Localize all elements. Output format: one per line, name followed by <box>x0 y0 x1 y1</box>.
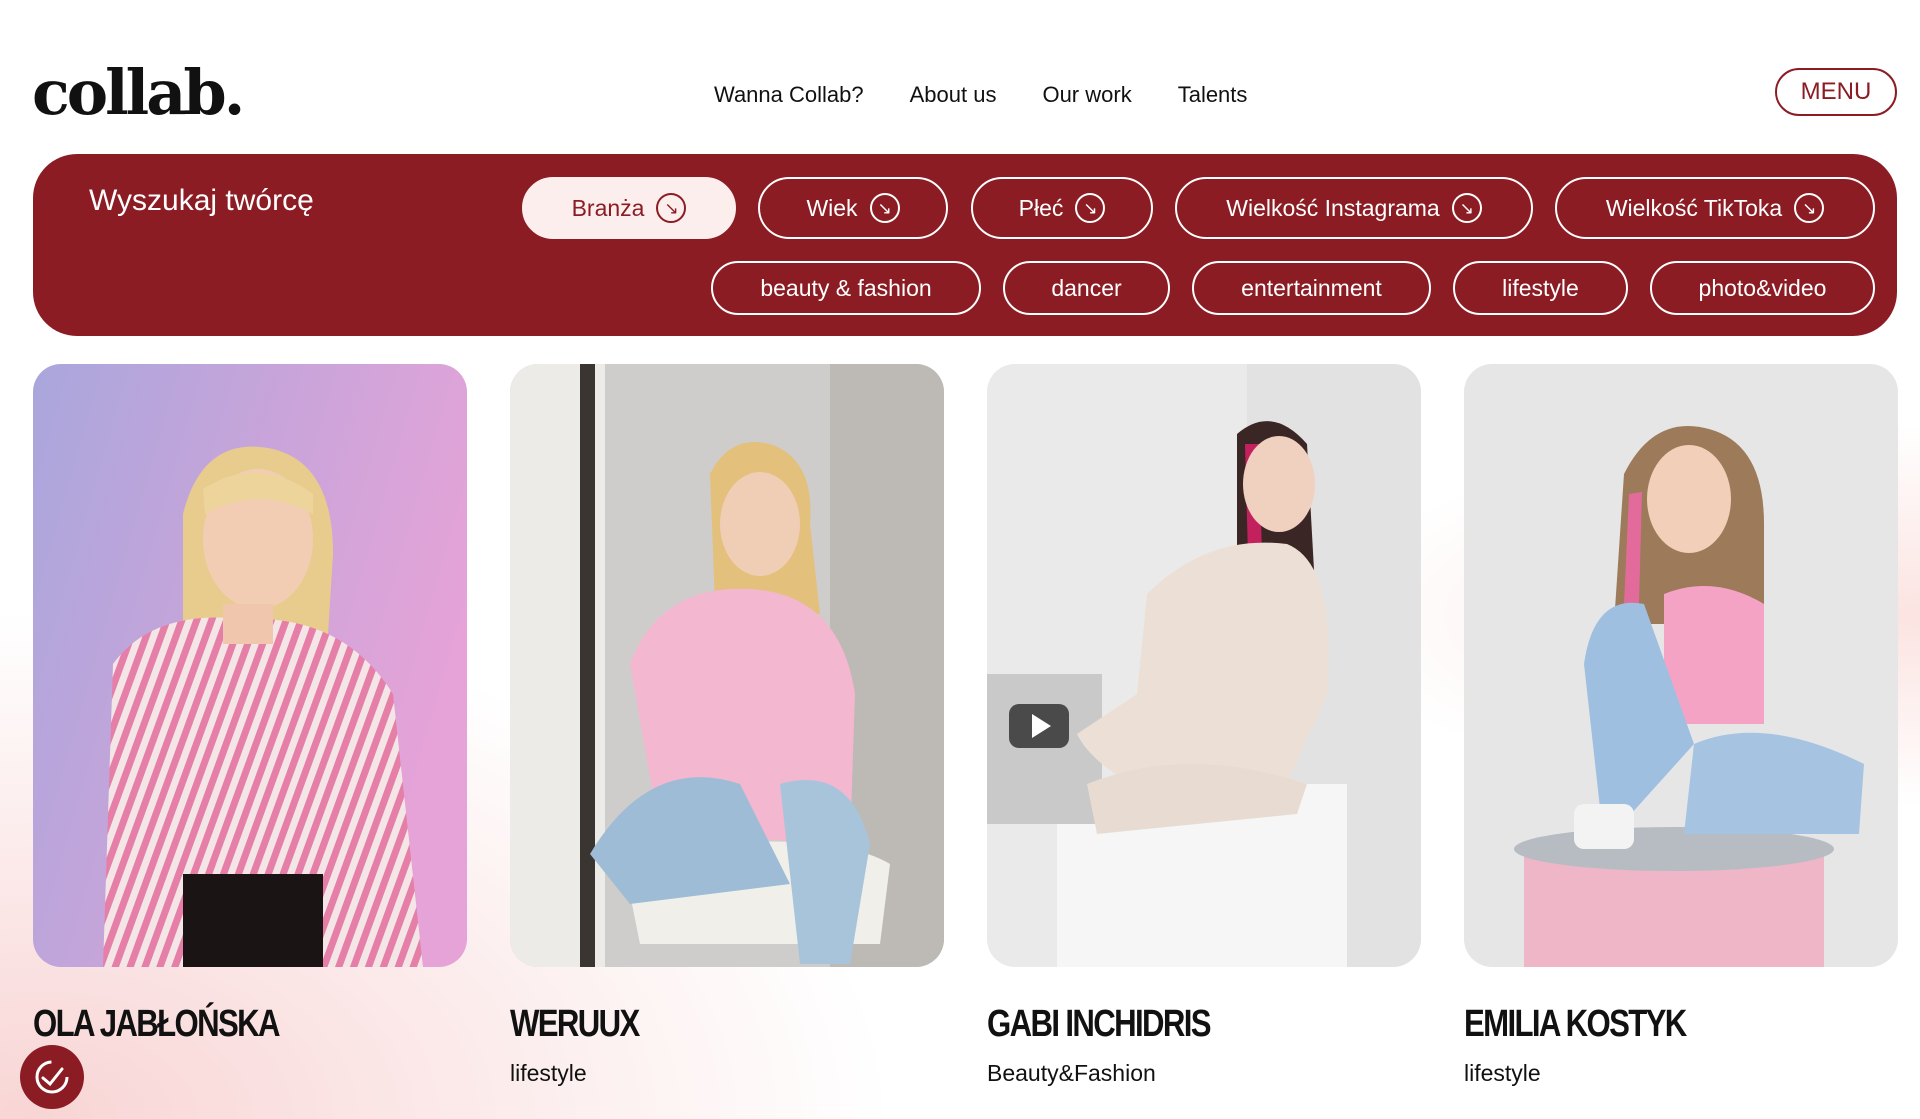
arrow-down-right-icon: ↘ <box>1075 193 1106 223</box>
menu-button[interactable]: MENU <box>1775 68 1897 116</box>
talent-photo[interactable] <box>1464 364 1898 967</box>
talent-name[interactable]: EMILIA KOSTYK <box>1464 1003 1820 1046</box>
filter-label: Płeć <box>1018 194 1064 221</box>
nav-item-our-work[interactable]: Our work <box>1042 82 1131 108</box>
arrow-down-right-icon: ↘ <box>656 193 687 223</box>
main-nav: Wanna Collab? About us Our work Talents <box>714 82 1247 108</box>
talent-card[interactable]: GABI INCHIDRIS Beauty&Fashion <box>987 364 1421 1087</box>
option-entertainment[interactable]: entertainment <box>1192 261 1431 315</box>
arrow-down-right-icon: ↘ <box>1451 193 1482 223</box>
filter-branza[interactable]: Branża ↘ <box>522 177 736 239</box>
nav-item-wanna-collab[interactable]: Wanna Collab? <box>714 82 864 108</box>
search-title: Wyszukaj twórcę <box>89 184 314 217</box>
talent-category: lifestyle <box>1464 1060 1541 1086</box>
talent-name[interactable]: OLA JABŁOŃSKA <box>33 1003 389 1046</box>
filter-wielkosc-tiktoka[interactable]: Wielkość TikToka ↘ <box>1555 177 1875 239</box>
option-beauty-fashion[interactable]: beauty & fashion <box>711 261 981 315</box>
nav-item-about-us[interactable]: About us <box>910 82 997 108</box>
nav-item-talents[interactable]: Talents <box>1178 82 1248 108</box>
talent-card[interactable]: OLA JABŁOŃSKA <box>33 364 467 1060</box>
filter-label: Wielkość TikToka <box>1605 194 1783 221</box>
talent-name[interactable]: WERUUX <box>510 1003 866 1046</box>
filter-plec[interactable]: Płeć ↘ <box>971 177 1153 239</box>
option-lifestyle[interactable]: lifestyle <box>1453 261 1628 315</box>
talent-card[interactable]: WERUUX lifestyle <box>510 364 944 1087</box>
arrow-down-right-icon: ↘ <box>869 193 900 223</box>
filter-label: Wiek <box>806 194 858 221</box>
filter-label: Wielkość Instagrama <box>1226 194 1440 221</box>
talent-photo[interactable] <box>33 364 467 967</box>
talent-photo[interactable] <box>987 364 1421 967</box>
logo[interactable]: collab. <box>32 62 245 124</box>
talent-category: Beauty&Fashion <box>987 1060 1156 1086</box>
filter-wiek[interactable]: Wiek ↘ <box>758 177 948 239</box>
talent-card[interactable]: EMILIA KOSTYK lifestyle <box>1464 364 1898 1087</box>
search-panel: Wyszukaj twórcę Branża ↘ Wiek ↘ Płeć ↘ W… <box>33 154 1897 336</box>
talent-category: lifestyle <box>510 1060 587 1086</box>
talent-photo[interactable] <box>510 364 944 967</box>
filter-wielkosc-instagrama[interactable]: Wielkość Instagrama ↘ <box>1175 177 1533 239</box>
accessibility-check-icon[interactable] <box>20 1045 84 1109</box>
option-photo-video[interactable]: photo&video <box>1650 261 1875 315</box>
arrow-down-right-icon: ↘ <box>1794 193 1825 223</box>
talent-name[interactable]: GABI INCHIDRIS <box>987 1003 1343 1046</box>
option-dancer[interactable]: dancer <box>1003 261 1170 315</box>
filter-label: Branża <box>571 194 645 221</box>
